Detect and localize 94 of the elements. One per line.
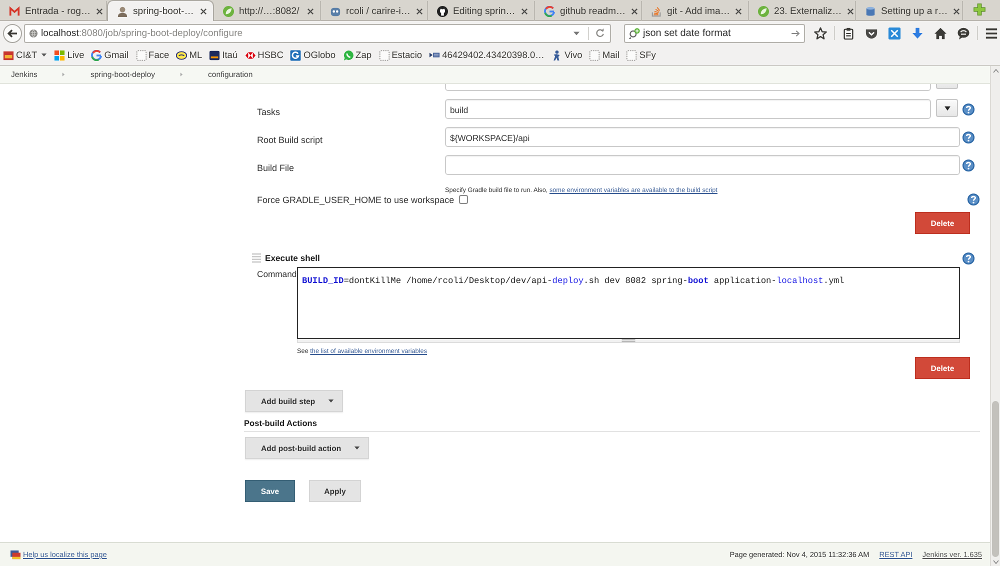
close-icon[interactable] bbox=[521, 8, 528, 14]
combo-field[interactable]: build bbox=[445, 99, 931, 119]
person-icon bbox=[551, 50, 562, 60]
robot-icon bbox=[330, 6, 341, 16]
bookmark-link[interactable]: ML bbox=[176, 50, 202, 60]
search-icon[interactable] bbox=[629, 28, 640, 38]
close-icon[interactable] bbox=[416, 8, 422, 14]
blank-page-icon bbox=[589, 50, 600, 60]
close-icon[interactable] bbox=[200, 8, 207, 14]
text-field[interactable]: ${WORKSPACE}/api bbox=[445, 127, 960, 147]
bookmark-folder[interactable]: CI&T bbox=[3, 50, 48, 60]
field-label: Tasks bbox=[257, 107, 280, 117]
close-icon[interactable] bbox=[630, 8, 638, 14]
checkbox-label: Force GRADLE_USER_HOME to use workspace bbox=[257, 194, 454, 204]
leaf-icon bbox=[758, 6, 769, 16]
drag-handle[interactable] bbox=[252, 253, 261, 263]
back-arrow-icon bbox=[7, 28, 18, 38]
back-button[interactable] bbox=[3, 24, 22, 42]
menu-icon[interactable] bbox=[985, 26, 998, 40]
mail-icon bbox=[9, 6, 20, 16]
command-text: BUILD_ID=dontKillMe /home/rcoli/Desktop/dev/api-deploy.sh dev 8082 spring-boot application-localhost.yml bbox=[302, 276, 844, 286]
blank-page-icon bbox=[136, 50, 147, 60]
stack-icon bbox=[651, 6, 662, 16]
help-icon[interactable] bbox=[962, 159, 975, 172]
help-icon[interactable] bbox=[962, 131, 975, 144]
address-bar[interactable]: localhost:8080/job/spring-boot-deploy/configure bbox=[24, 24, 611, 42]
close-icon[interactable] bbox=[96, 8, 103, 14]
text-field[interactable] bbox=[445, 155, 960, 175]
section-title: Execute shell bbox=[265, 253, 320, 263]
download-icon[interactable] bbox=[911, 26, 924, 40]
github-icon bbox=[437, 6, 448, 16]
bookmark-link[interactable]: Itaú bbox=[209, 50, 238, 60]
help-icon[interactable] bbox=[967, 193, 980, 206]
database-icon bbox=[865, 6, 876, 16]
field-label: Build File bbox=[257, 163, 294, 173]
field-label: Command bbox=[257, 268, 297, 281]
leaf-icon bbox=[223, 6, 234, 16]
command-editor[interactable]: BUILD_ID=dontKillMe /home/rcoli/Desktop/dev/api-deploy.sh dev 8082 spring-boot application-localhost.yml bbox=[297, 267, 960, 339]
bookmark-link[interactable]: Zap bbox=[342, 50, 372, 60]
arrow-down-icon[interactable] bbox=[992, 560, 998, 564]
dropdown-button[interactable] bbox=[936, 99, 958, 117]
chat-bubble-icon bbox=[342, 50, 354, 60]
help-icon[interactable] bbox=[962, 103, 975, 116]
field-label: Root Build script bbox=[257, 135, 323, 145]
shield-icon[interactable] bbox=[865, 26, 878, 40]
bookmark-link[interactable]: Estacio bbox=[378, 50, 422, 60]
close-icon[interactable] bbox=[846, 8, 854, 14]
close-icon[interactable] bbox=[952, 8, 960, 14]
square-logo-icon bbox=[209, 50, 220, 60]
clipboard-icon[interactable] bbox=[842, 26, 855, 40]
bookmark-link[interactable]: OGlobo bbox=[290, 50, 336, 60]
chat-icon[interactable] bbox=[957, 26, 970, 40]
caret-icon[interactable] bbox=[573, 30, 580, 36]
globe-icon[interactable] bbox=[29, 28, 38, 38]
bookmark-link[interactable]: Gmail bbox=[91, 50, 129, 60]
bookmark-link[interactable]: Face bbox=[136, 50, 170, 60]
google-icon bbox=[544, 6, 555, 16]
close-icon[interactable] bbox=[307, 8, 314, 14]
folder-icon bbox=[3, 50, 14, 60]
bookmark-link[interactable]: 46429402.43420398.0… bbox=[429, 50, 544, 60]
bookmark-link[interactable]: Mail bbox=[589, 50, 620, 60]
blank-page-icon bbox=[378, 50, 390, 60]
grip-icon bbox=[620, 339, 637, 342]
blank-page-icon bbox=[626, 50, 638, 60]
avatar-icon bbox=[117, 6, 128, 16]
scrollbar-thumb[interactable] bbox=[992, 401, 999, 557]
close-icon[interactable] bbox=[735, 8, 742, 14]
go-arrow-icon[interactable] bbox=[791, 30, 800, 36]
hexagon-logo-icon bbox=[244, 50, 256, 60]
caret-icon bbox=[41, 53, 48, 57]
star-icon[interactable] bbox=[814, 26, 827, 40]
g-logo-icon bbox=[290, 50, 302, 60]
tiles-icon bbox=[54, 50, 66, 60]
bookmark-link[interactable]: HSBC bbox=[244, 50, 284, 60]
checkbox[interactable] bbox=[459, 195, 468, 204]
caret-icon bbox=[354, 446, 360, 450]
reload-icon[interactable] bbox=[595, 28, 605, 38]
bookmark-link[interactable]: Vivo bbox=[551, 50, 582, 60]
search-field[interactable]: json set date format bbox=[624, 24, 805, 42]
flags-icon bbox=[10, 550, 21, 560]
extension-icon[interactable] bbox=[888, 26, 901, 40]
home-icon[interactable] bbox=[934, 26, 947, 40]
bookmark-link[interactable]: Live bbox=[54, 50, 84, 60]
section-heading: Post-build Actions bbox=[244, 418, 980, 432]
oval-logo-icon bbox=[176, 50, 188, 60]
caret-icon bbox=[328, 399, 334, 403]
url-text[interactable]: localhost:8080/job/spring-boot-deploy/configure bbox=[41, 28, 243, 38]
help-icon[interactable] bbox=[962, 252, 975, 264]
bookmark-link[interactable]: SFy bbox=[626, 50, 656, 60]
caret-icon bbox=[944, 106, 950, 110]
google-icon bbox=[91, 50, 102, 60]
browser-tab[interactable]: spring-boot-… bbox=[107, 0, 214, 21]
arrow-up-icon[interactable] bbox=[992, 69, 998, 73]
scrollbar[interactable] bbox=[990, 66, 1000, 566]
